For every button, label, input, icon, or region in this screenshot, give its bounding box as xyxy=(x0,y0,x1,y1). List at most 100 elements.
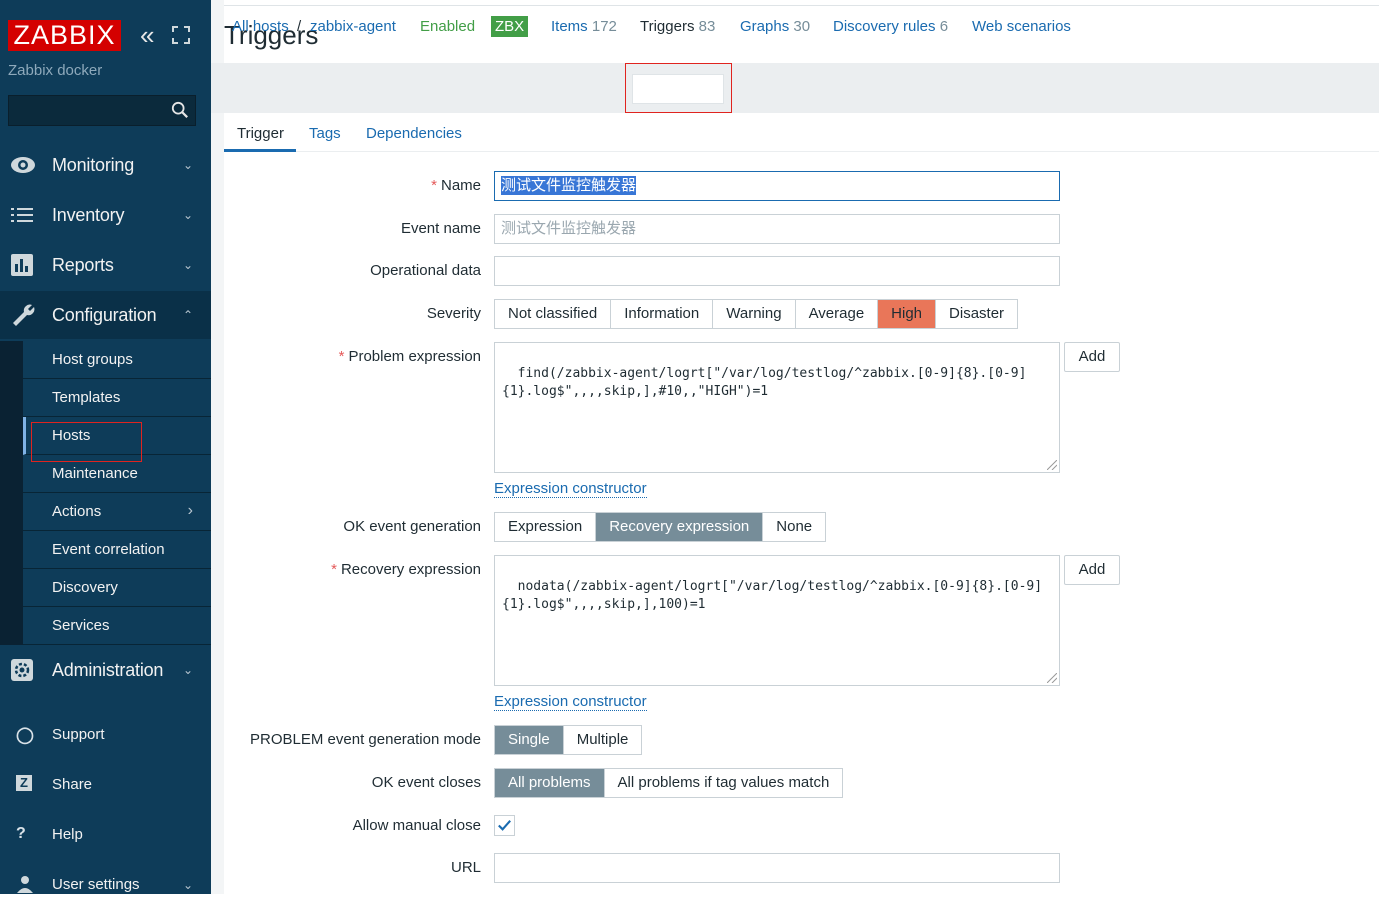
submenu-label: Event correlation xyxy=(52,541,165,558)
ok-gen-none[interactable]: None xyxy=(763,513,826,541)
submenu-event-correlation[interactable]: Event correlation xyxy=(23,531,211,569)
search-icon[interactable] xyxy=(171,101,189,119)
menu-help[interactable]: ? Help xyxy=(0,815,211,855)
chevron-down-icon: ⌄ xyxy=(182,663,193,677)
tab-dependencies[interactable]: Dependencies xyxy=(366,125,462,142)
recovery-expression-add-button[interactable]: Add xyxy=(1064,555,1120,585)
sidebar: ZABBIX « Zabbix docker Monitoring ⌄ Inve… xyxy=(0,0,211,894)
operational-data-input[interactable] xyxy=(494,256,1060,286)
eye-icon xyxy=(11,157,35,173)
submenu-label: Discovery xyxy=(52,579,118,596)
graphs-link[interactable]: Graphs 30 xyxy=(740,18,810,35)
web-scenarios-link[interactable]: Web scenarios xyxy=(972,18,1071,35)
ok-gen-recovery-expression[interactable]: Recovery expression xyxy=(596,513,764,541)
problem-expression-add-button[interactable]: Add xyxy=(1064,342,1120,372)
problem-mode-single[interactable]: Single xyxy=(495,726,564,754)
menu-support-label: Support xyxy=(52,726,105,743)
ok-event-closes-label: OK event closes xyxy=(371,774,481,791)
wrench-icon xyxy=(13,304,35,326)
problem-expression-value: find(/zabbix-agent/logrt["/var/log/testl… xyxy=(502,366,1027,399)
name-value: 测试文件监控触发器 xyxy=(501,176,637,195)
bar-chart-icon xyxy=(11,254,33,276)
recovery-expression-textarea[interactable]: nodata(/zabbix-agent/logrt["/var/log/tes… xyxy=(494,555,1060,686)
recovery-expression-label: * Recovery expression xyxy=(331,561,481,578)
chevron-down-icon: ⌄ xyxy=(182,878,193,892)
event-name-label: Event name xyxy=(400,220,481,237)
resize-handle-icon[interactable] xyxy=(1047,673,1057,683)
host-link[interactable]: zabbix-agent xyxy=(310,18,396,35)
submenu-label: Services xyxy=(52,617,110,634)
submenu-host-groups[interactable]: Host groups xyxy=(23,341,211,379)
menu-reports-label: Reports xyxy=(52,254,114,275)
problem-mode-multiple[interactable]: Multiple xyxy=(563,726,642,754)
submenu-label: Actions xyxy=(52,503,102,520)
submenu-services[interactable]: Services xyxy=(23,607,211,645)
highlight-box-hosts xyxy=(31,422,142,462)
manual-close-checkbox[interactable] xyxy=(494,815,515,836)
chevron-right-icon: › xyxy=(187,502,193,519)
recovery-expression-value: nodata(/zabbix-agent/logrt["/var/log/tes… xyxy=(502,579,1043,612)
event-name-input[interactable]: 测试文件监控触发器 xyxy=(494,214,1060,244)
menu-configuration[interactable]: Configuration ⌃ xyxy=(0,291,211,339)
graphs-label: Graphs xyxy=(740,18,790,35)
tab-trigger[interactable]: Trigger xyxy=(237,125,284,142)
operational-data-label: Operational data xyxy=(370,262,481,279)
top-border xyxy=(224,5,1379,6)
menu-reports[interactable]: Reports ⌄ xyxy=(0,241,211,289)
severity-average[interactable]: Average xyxy=(795,300,879,328)
highlight-box-triggers xyxy=(625,63,732,113)
breadcrumb-separator: / xyxy=(297,18,302,35)
triggers-label: Triggers xyxy=(640,18,695,35)
menu-monitoring-label: Monitoring xyxy=(52,154,135,175)
problem-expression-textarea[interactable]: find(/zabbix-agent/logrt["/var/log/testl… xyxy=(494,342,1060,473)
chevron-down-icon: ⌄ xyxy=(182,158,193,172)
menu-share-label: Share xyxy=(52,776,93,793)
url-input[interactable] xyxy=(494,853,1060,883)
host-status-enabled[interactable]: Enabled xyxy=(420,18,475,35)
severity-warning[interactable]: Warning xyxy=(713,300,796,328)
items-link[interactable]: Items 172 xyxy=(551,18,617,35)
submenu-actions[interactable]: Actions › xyxy=(23,493,211,531)
tab-tags[interactable]: Tags xyxy=(309,125,341,142)
submenu-templates[interactable]: Templates xyxy=(23,379,211,417)
triggers-tab[interactable]: Triggers 83 xyxy=(640,18,715,35)
submenu-gutter xyxy=(0,341,23,645)
submenu-label: Templates xyxy=(52,389,121,406)
menu-user-settings[interactable]: User settings ⌄ xyxy=(0,865,211,905)
menu-monitoring[interactable]: Monitoring ⌄ xyxy=(0,141,211,189)
severity-disaster[interactable]: Disaster xyxy=(936,300,1018,328)
sidebar-search-input[interactable] xyxy=(8,95,196,126)
problem-expression-constructor-link[interactable]: Expression constructor xyxy=(494,480,647,498)
share-z-icon: Z xyxy=(16,775,32,791)
ok-event-closes-selector: All problems All problems if tag values … xyxy=(494,768,844,798)
recovery-expression-constructor-link[interactable]: Expression constructor xyxy=(494,693,647,711)
gear-icon xyxy=(11,659,33,681)
ok-event-generation-selector: Expression Recovery expression None xyxy=(494,512,827,542)
ok-gen-expression[interactable]: Expression xyxy=(495,513,597,541)
severity-not-classified[interactable]: Not classified xyxy=(495,300,612,328)
resize-handle-icon[interactable] xyxy=(1047,460,1057,470)
ok-event-generation-label: OK event generation xyxy=(343,518,481,535)
list-icon xyxy=(11,208,33,222)
kiosk-mode-icon[interactable] xyxy=(172,26,190,44)
name-input[interactable]: 测试文件监控触发器 xyxy=(494,171,1060,201)
severity-information[interactable]: Information xyxy=(611,300,714,328)
menu-share[interactable]: Z Share xyxy=(0,765,211,805)
severity-high[interactable]: High xyxy=(878,300,937,328)
ok-closes-tag-match[interactable]: All problems if tag values match xyxy=(604,769,843,797)
menu-support[interactable]: ◯ Support xyxy=(0,715,211,755)
menu-administration[interactable]: Administration ⌄ xyxy=(0,646,211,694)
zabbix-logo[interactable]: ZABBIX xyxy=(8,20,121,51)
chevron-down-icon: ⌄ xyxy=(182,258,193,272)
menu-inventory[interactable]: Inventory ⌄ xyxy=(0,191,211,239)
discovery-rules-link[interactable]: Discovery rules 6 xyxy=(833,18,948,35)
collapse-sidebar-icon[interactable]: « xyxy=(140,22,162,50)
submenu-discovery[interactable]: Discovery xyxy=(23,569,211,607)
all-hosts-link[interactable]: All hosts xyxy=(232,18,289,35)
ok-closes-all-problems[interactable]: All problems xyxy=(495,769,605,797)
zbx-availability-badge: ZBX xyxy=(491,16,529,37)
chevron-up-icon: ⌃ xyxy=(182,308,193,322)
name-label: * Name xyxy=(431,177,481,194)
host-navigation-bar xyxy=(211,63,1379,113)
menu-administration-label: Administration xyxy=(52,659,164,680)
